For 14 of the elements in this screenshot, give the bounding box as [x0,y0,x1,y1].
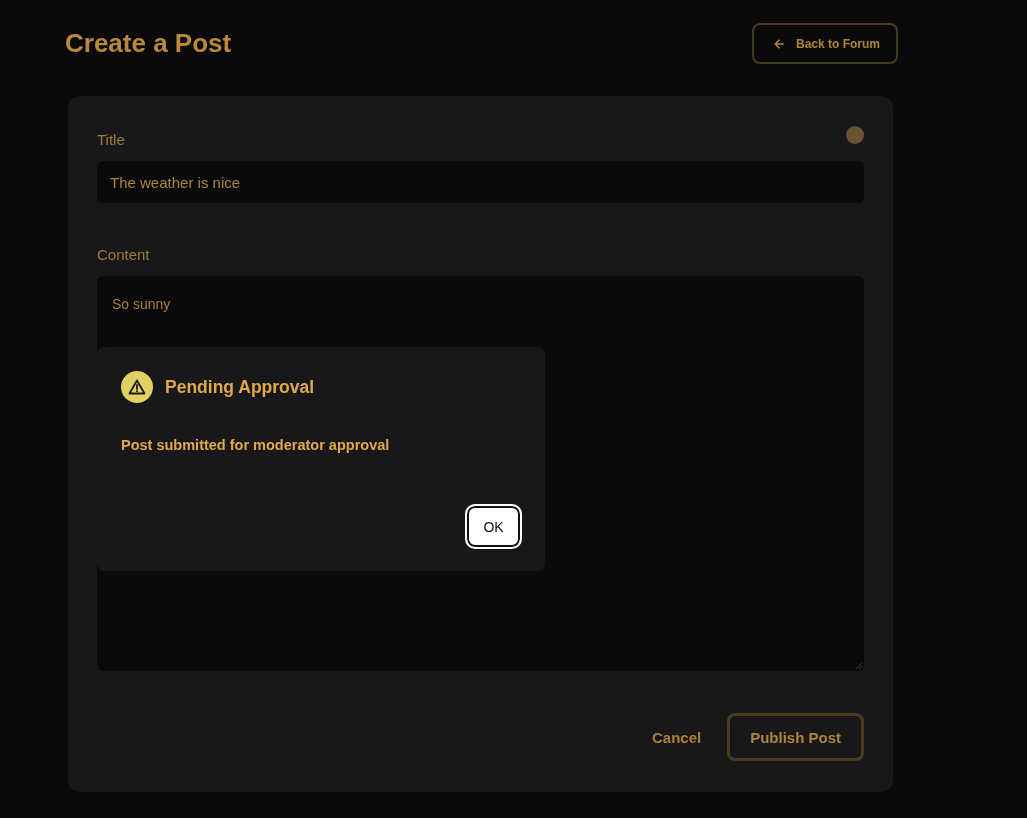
dialog-title: Pending Approval [165,376,315,398]
publish-button[interactable]: Publish Post [727,713,864,761]
field-label: Title [97,130,125,149]
dialog-message: Post submitted for moderator approval [121,437,391,453]
page-title: Create a Post [65,28,232,59]
circle-icon [846,126,864,144]
warning-icon [121,371,153,403]
resize-grip-icon[interactable] [856,663,862,669]
back-button[interactable]: Back to Forum [752,23,898,64]
cancel-button[interactable]: Cancel [651,720,702,754]
arrow-left-icon [774,38,784,49]
title-input[interactable]: The weather is nice [97,161,864,203]
ok-button[interactable]: OK [465,504,522,549]
field-label: Content [97,245,150,264]
